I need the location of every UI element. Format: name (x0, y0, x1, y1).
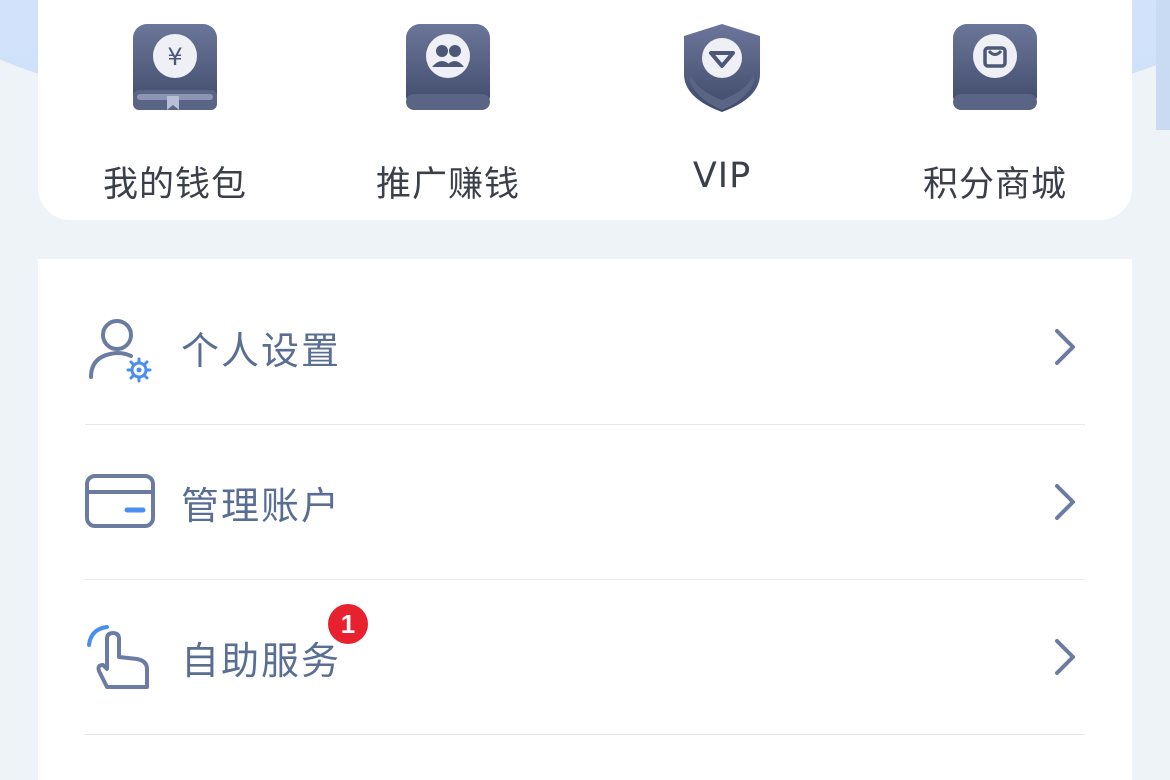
notification-badge: 1 (328, 604, 368, 644)
svg-text:¥: ¥ (167, 43, 182, 71)
profile-page: ¥ 我的钱包 推广赚钱 VIP 积分商城 个人设置 管理账户 自助服务 1 (0, 0, 1170, 780)
chevron-right-icon (1055, 484, 1075, 520)
promote-icon (406, 24, 490, 110)
quick-action-points-mall[interactable]: 积分商城 (895, 20, 1095, 220)
shopping-bag-icon (953, 24, 1037, 110)
chevron-right-icon (1055, 329, 1075, 365)
menu-item-manage-account[interactable]: 管理账户 (85, 424, 1085, 580)
menu-item-label: 自助服务 (181, 638, 342, 683)
quick-action-label: 我的钱包 (102, 165, 247, 205)
divider (85, 734, 1085, 735)
card-icon (85, 474, 155, 528)
quick-action-label: 推广赚钱 (375, 165, 520, 205)
quick-action-label: VIP (692, 156, 752, 196)
menu-item-label: 管理账户 (181, 483, 342, 528)
user-settings-icon (89, 319, 152, 383)
wallet-icon: ¥ (133, 24, 217, 110)
quick-action-wallet[interactable]: ¥ 我的钱包 (75, 20, 275, 220)
menu-item-label: 个人设置 (181, 328, 342, 373)
menu-item-personal-settings[interactable]: 个人设置 (85, 269, 1085, 425)
settings-menu: 个人设置 管理账户 自助服务 1 (38, 259, 1132, 780)
chevron-right-icon (1055, 639, 1075, 675)
menu-item-self-service[interactable]: 自助服务 1 (85, 579, 1085, 735)
vip-shield-icon (684, 24, 760, 112)
tap-hand-icon (87, 625, 149, 689)
quick-action-promote[interactable]: 推广赚钱 (348, 20, 548, 220)
quick-action-label: 积分商城 (922, 165, 1067, 205)
side-edge (1156, 0, 1170, 130)
quick-action-vip[interactable]: VIP (622, 20, 822, 220)
quick-actions-card: ¥ 我的钱包 推广赚钱 VIP 积分商城 (38, 0, 1132, 220)
